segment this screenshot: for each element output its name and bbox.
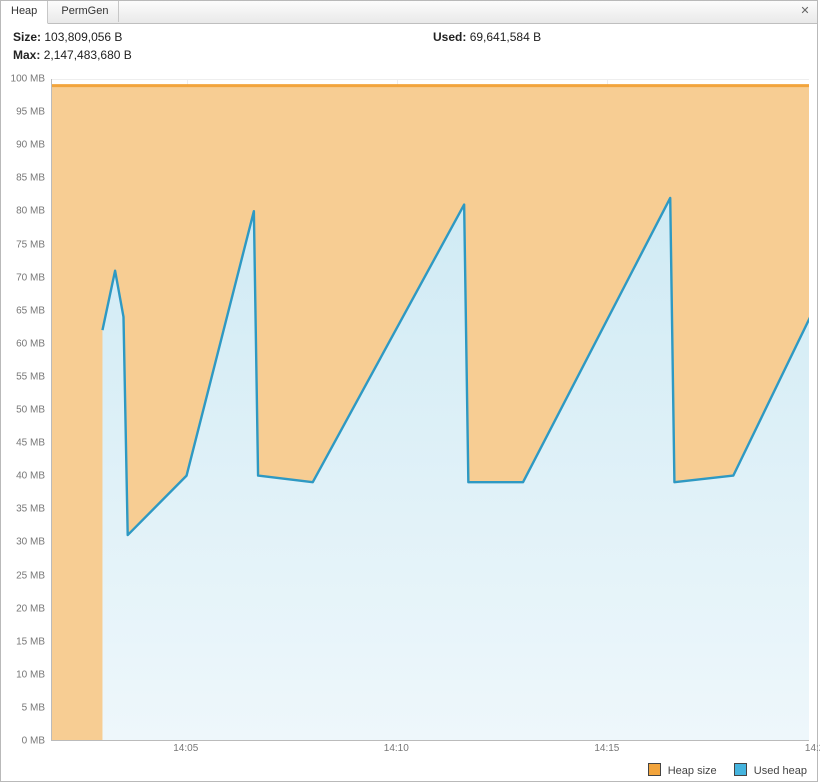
- y-tick-label: 75 MB: [16, 239, 45, 250]
- legend-swatch-heap-size: [648, 763, 661, 776]
- memory-panel: Heap PermGen ✕ Size: 103,809,056 B Used:…: [0, 0, 818, 782]
- used-value: 69,641,584 B: [470, 30, 541, 44]
- y-tick-label: 100 MB: [11, 74, 45, 85]
- y-tick-label: 50 MB: [16, 405, 45, 416]
- y-tick-label: 25 MB: [16, 570, 45, 581]
- legend-label-heap-size: Heap size: [668, 765, 717, 777]
- size-label: Size:: [13, 30, 41, 44]
- size-value: 103,809,056 B: [44, 30, 122, 44]
- y-tick-label: 15 MB: [16, 636, 45, 647]
- y-tick-label: 55 MB: [16, 371, 45, 382]
- chart-svg: [52, 79, 809, 740]
- y-tick-label: 60 MB: [16, 338, 45, 349]
- x-tick-label: 14:20: [805, 743, 820, 754]
- x-tick-label: 14:05: [173, 743, 198, 754]
- heap-chart: 0 MB 5 MB 10 MB 15 MB 20 MB 25 MB 30 MB 35 MB 40…: [9, 75, 809, 757]
- legend-label-used-heap: Used heap: [754, 765, 807, 777]
- x-tick-label: 14:15: [594, 743, 619, 754]
- legend-swatch-used-heap: [734, 763, 747, 776]
- tab-strip: Heap PermGen ✕: [1, 1, 817, 24]
- y-tick-label: 85 MB: [16, 173, 45, 184]
- y-tick-label: 30 MB: [16, 537, 45, 548]
- y-tick-label: 0 MB: [22, 736, 45, 747]
- tab-permgen[interactable]: PermGen: [51, 1, 119, 22]
- y-tick-label: 40 MB: [16, 471, 45, 482]
- heap-info: Size: 103,809,056 B Used: 69,641,584 B M…: [1, 24, 817, 66]
- y-tick-label: 90 MB: [16, 140, 45, 151]
- y-axis: 0 MB5 MB10 MB15 MB20 MB25 MB30 MB35 MB40…: [9, 79, 49, 741]
- y-tick-label: 35 MB: [16, 504, 45, 515]
- y-tick-label: 10 MB: [16, 669, 45, 680]
- y-tick-label: 65 MB: [16, 305, 45, 316]
- y-tick-label: 45 MB: [16, 438, 45, 449]
- y-tick-label: 95 MB: [16, 107, 45, 118]
- max-value: 2,147,483,680 B: [44, 48, 132, 62]
- used-label: Used:: [433, 30, 466, 44]
- y-tick-label: 70 MB: [16, 272, 45, 283]
- close-icon[interactable]: ✕: [797, 4, 813, 20]
- legend: Heap size Used heap: [634, 763, 807, 777]
- x-tick-label: 14:10: [384, 743, 409, 754]
- x-axis: 14:0514:1014:1514:2014:2514:30: [51, 743, 809, 757]
- y-tick-label: 80 MB: [16, 206, 45, 217]
- y-tick-label: 20 MB: [16, 603, 45, 614]
- max-label: Max:: [13, 48, 40, 62]
- tab-heap[interactable]: Heap: [1, 1, 48, 24]
- plot-area: [51, 79, 809, 741]
- y-tick-label: 5 MB: [22, 702, 45, 713]
